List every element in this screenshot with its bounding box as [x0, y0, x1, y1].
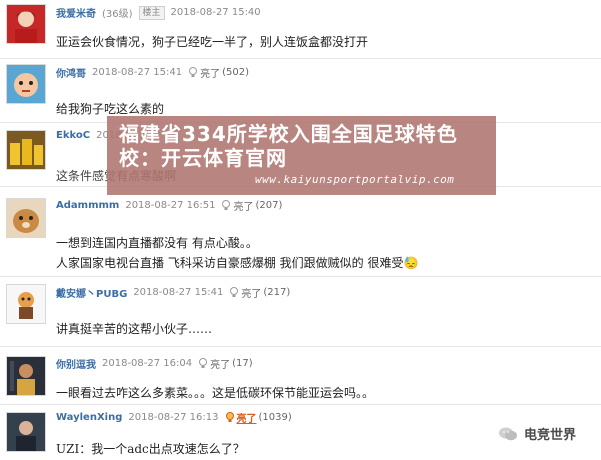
like-button[interactable]: 亮了 (217): [229, 285, 290, 300]
post-body: UZI：我一个adc出点攻速怎么了？: [56, 442, 245, 456]
avatar[interactable]: [6, 284, 46, 324]
banner-url[interactable]: www.kaiyunsportportalvip.com: [255, 173, 454, 186]
lightbulb-icon: [225, 412, 234, 422]
lightbulb-icon: [230, 287, 239, 297]
username[interactable]: WaylenXing: [56, 412, 122, 423]
lightbulb-icon: [189, 67, 198, 77]
watermark: 电竞世界: [498, 424, 576, 443]
divider: [0, 346, 601, 347]
post-meta: WaylenXing 2018-08-27 16:13 亮了 (1039): [56, 410, 292, 425]
like-button[interactable]: 亮了 (207): [221, 198, 282, 213]
post-meta: 你鸿哥 2018-08-27 15:41 亮了 (502): [56, 65, 249, 80]
post-body: 一眼看过去咋这么多素菜。。。这是低碳环保节能亚运会吗。。: [56, 386, 375, 400]
like-count: (1039): [258, 412, 292, 423]
username[interactable]: 你别逗我: [56, 356, 96, 371]
timestamp: 2018-08-27 15:40: [170, 7, 261, 18]
wechat-bubble-icon: [499, 427, 517, 440]
divider: [0, 58, 601, 59]
avatar[interactable]: [6, 356, 46, 396]
avatar[interactable]: [6, 64, 46, 104]
like-label: 亮了: [241, 289, 262, 300]
timestamp: 2018-08-27 15:41: [92, 67, 183, 78]
comment-thread: 我爱米奇 (36级) 楼主 2018-08-27 15:40 亚运会伙食情况，狗…: [0, 0, 601, 460]
divider: [0, 404, 601, 405]
like-count: (217): [263, 287, 291, 298]
op-badge: 楼主: [138, 5, 165, 20]
post-body-line-2: 人家国家电视台直播 飞科采访自豪感爆棚 我们跟做贼似的 很难受😓: [56, 256, 419, 270]
username[interactable]: 戴安娜丶PUBG: [56, 285, 127, 300]
avatar[interactable]: [6, 130, 46, 170]
promo-banner-overlay[interactable]: 福建省334所学校入围全国足球特色校：开云体育官网 www.kaiyunspor…: [107, 116, 496, 195]
like-count: (207): [255, 200, 283, 211]
lightbulb-icon: [199, 358, 208, 368]
watermark-text: 电竞世界: [524, 428, 577, 443]
banner-title: 福建省334所学校入围全国足球特色校：开云体育官网: [119, 122, 458, 170]
like-count: (502): [222, 67, 250, 78]
username[interactable]: 你鸿哥: [56, 65, 86, 80]
like-label: 亮了: [236, 414, 257, 425]
like-label: 亮了: [200, 69, 221, 80]
avatar[interactable]: [6, 198, 46, 238]
post-body: 讲真挺辛苦的这帮小伙子……: [56, 322, 213, 336]
user-level: (36级): [102, 9, 133, 20]
timestamp: 2018-08-27 16:04: [102, 358, 193, 369]
like-button[interactable]: 亮了 (1039): [225, 410, 292, 425]
username[interactable]: Adammmm: [56, 200, 119, 211]
post-body-line-1: 一想到连国内直播都没有 有点心酸。。: [56, 236, 258, 250]
lightbulb-icon: [222, 200, 231, 210]
username[interactable]: EkkoC: [56, 130, 90, 141]
timestamp: 2018-08-27 15:41: [133, 287, 224, 298]
post-body: 亚运会伙食情况，狗子已经吃一半了，别人连饭盒都没打开: [56, 35, 369, 49]
like-label: 亮了: [210, 360, 231, 371]
timestamp: 2018-08-27 16:13: [128, 412, 219, 423]
like-count: (17): [232, 358, 253, 369]
post-body: 给我狗子吃这么素的: [56, 102, 165, 116]
avatar[interactable]: [6, 4, 46, 44]
timestamp: 2018-08-27 16:51: [125, 200, 216, 211]
like-button[interactable]: 亮了 (17): [198, 356, 253, 371]
username[interactable]: 我爱米奇: [56, 5, 96, 20]
like-label: 亮了: [233, 202, 254, 213]
post-meta: 戴安娜丶PUBG 2018-08-27 15:41 亮了 (217): [56, 285, 290, 300]
post-meta: 你别逗我 2018-08-27 16:04 亮了 (17): [56, 356, 253, 371]
post-meta: 我爱米奇 (36级) 楼主 2018-08-27 15:40: [56, 5, 261, 20]
divider: [0, 276, 601, 277]
post-meta: Adammmm 2018-08-27 16:51 亮了 (207): [56, 198, 282, 213]
like-button[interactable]: 亮了 (502): [188, 65, 249, 80]
avatar[interactable]: [6, 412, 46, 452]
